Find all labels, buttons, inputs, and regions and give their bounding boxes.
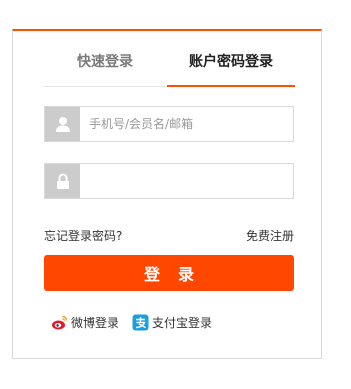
- alipay-icon: [132, 314, 149, 331]
- weibo-icon: [51, 314, 68, 331]
- alipay-login-link[interactable]: 支付宝登录: [132, 313, 212, 331]
- username-field[interactable]: [44, 106, 301, 142]
- login-card: 快速登录 账户密码登录 忘记登录密码? 免费注册 登录: [12, 29, 322, 359]
- forgot-password-link[interactable]: 忘记登录密码?: [44, 227, 122, 244]
- weibo-login-link[interactable]: 微博登录: [51, 313, 119, 331]
- weibo-login-label: 微博登录: [71, 315, 120, 330]
- active-tab-indicator: [167, 85, 295, 87]
- register-link[interactable]: 免费注册: [246, 227, 294, 244]
- password-input[interactable]: [80, 164, 301, 198]
- lock-icon: [45, 164, 80, 198]
- login-tabs: 快速登录 账户密码登录: [43, 31, 295, 87]
- username-input[interactable]: [80, 107, 301, 141]
- links-row: 忘记登录密码? 免费注册: [44, 227, 294, 243]
- alipay-login-label: 支付宝登录: [152, 315, 213, 330]
- login-button[interactable]: 登录: [44, 255, 294, 291]
- tab-account-login[interactable]: 账户密码登录: [167, 31, 295, 86]
- password-field[interactable]: [44, 163, 301, 199]
- user-icon: [45, 107, 80, 141]
- tab-quick-login[interactable]: 快速登录: [43, 31, 167, 86]
